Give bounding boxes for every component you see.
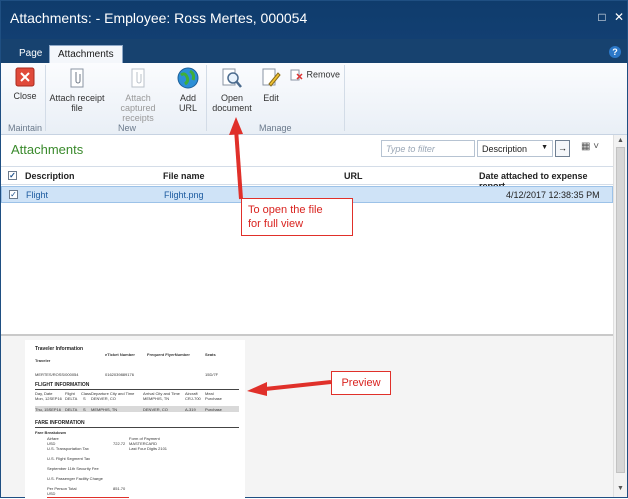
open-arrow-head (229, 117, 243, 135)
preview-callout: Preview (331, 371, 391, 395)
attachments-window: Attachments: - Employee: Ross Mertes, 00… (0, 0, 628, 499)
annotation-arrows (229, 117, 332, 396)
preview-arrow (264, 380, 332, 391)
preview-arrow-head (247, 382, 267, 396)
open-file-callout: To open the file for full view (241, 198, 353, 236)
open-arrow (234, 128, 243, 200)
open-file-callout-line-2: for full view (248, 218, 304, 230)
open-file-callout-line-1: To open the file (248, 204, 323, 216)
